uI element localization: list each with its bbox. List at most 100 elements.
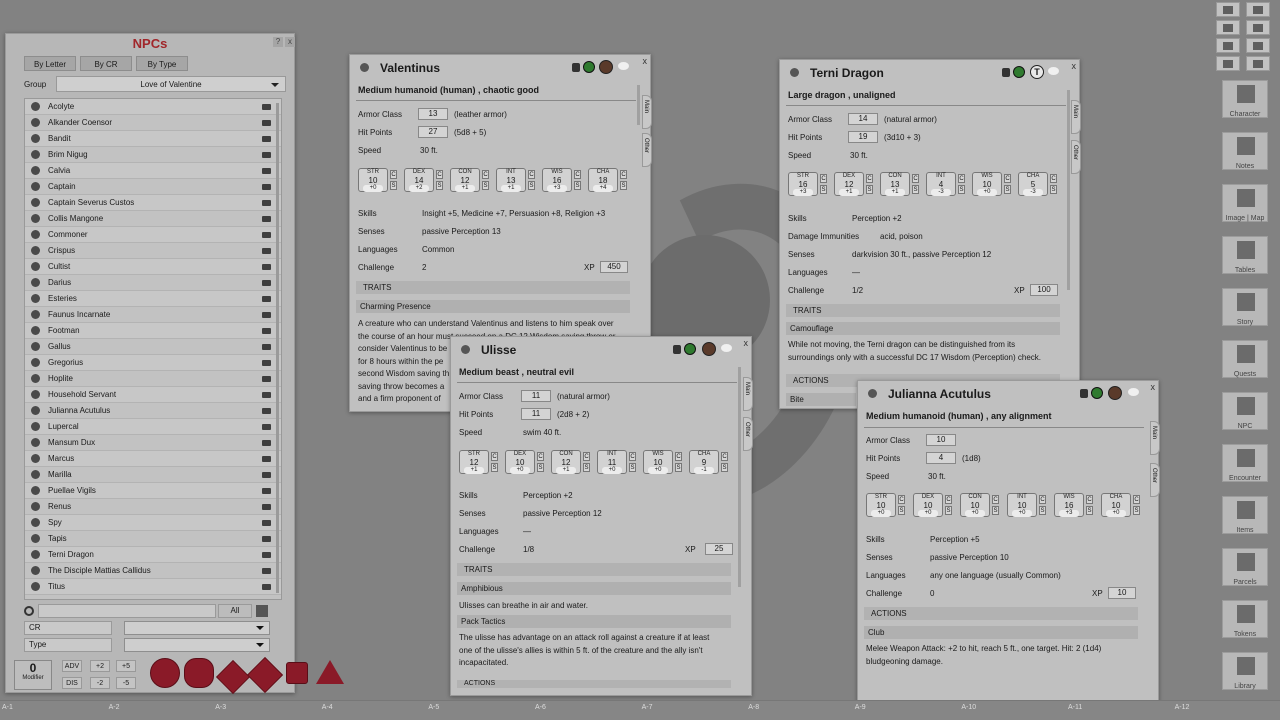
d20-die[interactable] — [150, 658, 180, 688]
chat-icon[interactable] — [1128, 388, 1139, 396]
npc-list-item[interactable]: The Disciple Mattias Callidus — [25, 563, 281, 579]
npc-id-icon[interactable] — [360, 63, 369, 72]
link-icon[interactable] — [262, 407, 271, 414]
tab-other[interactable]: Other — [642, 133, 652, 167]
sidebar-notes[interactable]: Notes — [1222, 132, 1268, 170]
check-roll-button[interactable]: C — [1086, 495, 1093, 504]
ability-dex[interactable]: DEX 10 +0 — [505, 450, 535, 474]
ability-dex[interactable]: DEX 10 +0 — [913, 493, 943, 517]
ability-wis[interactable]: WIS 16 +3 — [1054, 493, 1084, 517]
ability-dex[interactable]: DEX 14 +2 — [404, 168, 434, 192]
dis-button[interactable]: DIS — [62, 677, 82, 689]
filter-all-button[interactable]: All — [218, 604, 252, 618]
chat-icon[interactable] — [618, 62, 629, 70]
check-roll-button[interactable]: C — [1050, 174, 1057, 183]
tab-main[interactable]: Main — [1150, 421, 1160, 455]
sidebar-quests[interactable]: Quests — [1222, 340, 1268, 378]
id-badge-icon[interactable] — [583, 61, 595, 73]
save-roll-button[interactable]: S — [866, 185, 873, 194]
save-roll-button[interactable]: S — [912, 185, 919, 194]
minus5-button[interactable]: -5 — [116, 677, 136, 689]
trait-name[interactable]: Charming Presence — [356, 300, 630, 313]
link-icon[interactable] — [262, 103, 271, 110]
npc-list-item[interactable]: Spy — [25, 515, 281, 531]
ability-wis[interactable]: WIS 10 +0 — [972, 172, 1002, 196]
xp-value[interactable]: 100 — [1030, 284, 1058, 296]
check-roll-button[interactable]: C — [1004, 174, 1011, 183]
scrollbar[interactable] — [738, 367, 741, 587]
ability-con[interactable]: CON 10 +0 — [960, 493, 990, 517]
xp-value[interactable]: 25 — [705, 543, 733, 555]
ability-str[interactable]: STR 16 +3 — [788, 172, 818, 196]
sidebar-image-map[interactable]: Image | Map — [1222, 184, 1268, 222]
plus2-button[interactable]: +2 — [90, 660, 110, 672]
npc-list-item[interactable]: Faunus Incarnate — [25, 307, 281, 323]
npc-list-item[interactable]: Esteries — [25, 291, 281, 307]
link-icon[interactable] — [262, 247, 271, 254]
npc-list-item[interactable]: Lupercal — [25, 419, 281, 435]
link-icon[interactable] — [262, 183, 271, 190]
link-icon[interactable] — [262, 135, 271, 142]
check-roll-button[interactable]: C — [528, 170, 535, 179]
npc-name[interactable]: Valentinus — [380, 61, 440, 75]
npc-list-item[interactable]: Tapis — [25, 531, 281, 547]
check-roll-button[interactable]: C — [898, 495, 905, 504]
save-roll-button[interactable]: S — [574, 181, 581, 190]
save-roll-button[interactable]: S — [629, 463, 636, 472]
link-icon[interactable] — [262, 279, 271, 286]
save-roll-button[interactable]: S — [1050, 185, 1057, 194]
armor-class-value[interactable]: 13 — [418, 108, 448, 120]
tab-main[interactable]: Main — [743, 377, 753, 411]
link-icon[interactable] — [262, 471, 271, 478]
group-dropdown[interactable]: Love of Valentine — [56, 76, 286, 92]
sidebar-parcels[interactable]: Parcels — [1222, 548, 1268, 586]
npc-id-icon[interactable] — [868, 389, 877, 398]
check-roll-button[interactable]: C — [491, 452, 498, 461]
save-roll-button[interactable]: S — [675, 463, 682, 472]
trait-pack-tactics[interactable]: Pack Tactics — [457, 615, 731, 628]
link-icon[interactable] — [262, 375, 271, 382]
tab-other[interactable]: Other — [1150, 463, 1160, 497]
check-roll-button[interactable]: C — [574, 170, 581, 179]
tab-other[interactable]: Other — [1071, 140, 1081, 174]
link-icon[interactable] — [262, 487, 271, 494]
npc-list-item[interactable]: Crispus — [25, 243, 281, 259]
token-avatar[interactable] — [599, 60, 613, 74]
chat-icon[interactable] — [721, 344, 732, 352]
token-avatar[interactable]: T — [1030, 65, 1044, 79]
lock-icon[interactable] — [673, 345, 681, 354]
armor-class-value[interactable]: 14 — [848, 113, 878, 125]
ability-str[interactable]: STR 10 +0 — [866, 493, 896, 517]
hotkey-slot[interactable]: A-7 — [642, 704, 653, 711]
token-avatar[interactable] — [1108, 386, 1122, 400]
ability-cha[interactable]: CHA 9 -1 — [689, 450, 719, 474]
tab-main[interactable]: Main — [1071, 100, 1081, 134]
link-icon[interactable] — [262, 167, 271, 174]
id-badge-icon[interactable] — [1013, 66, 1025, 78]
type-filter-dropdown[interactable] — [124, 638, 270, 652]
link-icon[interactable] — [262, 551, 271, 558]
ability-cha[interactable]: CHA 18 +4 — [588, 168, 618, 192]
plus5-button[interactable]: +5 — [116, 660, 136, 672]
npc-id-icon[interactable] — [461, 345, 470, 354]
save-roll-button[interactable]: S — [721, 463, 728, 472]
xp-value[interactable]: 450 — [600, 261, 628, 273]
sidebar-library[interactable]: Library — [1222, 652, 1268, 690]
sidebar-tables[interactable]: Tables — [1222, 236, 1268, 274]
ability-cha[interactable]: CHA 5 -3 — [1018, 172, 1048, 196]
sidebar-tokens[interactable]: Tokens — [1222, 600, 1268, 638]
scrollbar[interactable] — [276, 103, 279, 593]
ability-str[interactable]: STR 12 +1 — [459, 450, 489, 474]
adv-button[interactable]: ADV — [62, 660, 82, 672]
npc-list-item[interactable]: Mansum Dux — [25, 435, 281, 451]
hit-points-value[interactable]: 27 — [418, 126, 448, 138]
check-roll-button[interactable]: C — [436, 170, 443, 179]
npc-list-item[interactable]: Renus — [25, 499, 281, 515]
npc-list-item[interactable]: Gregorius — [25, 355, 281, 371]
tab-by-type[interactable]: By Type — [136, 56, 188, 71]
link-icon[interactable] — [262, 343, 271, 350]
save-roll-button[interactable]: S — [537, 463, 544, 472]
ability-dex[interactable]: DEX 12 +1 — [834, 172, 864, 196]
link-icon[interactable] — [262, 311, 271, 318]
ability-con[interactable]: CON 12 +1 — [450, 168, 480, 192]
